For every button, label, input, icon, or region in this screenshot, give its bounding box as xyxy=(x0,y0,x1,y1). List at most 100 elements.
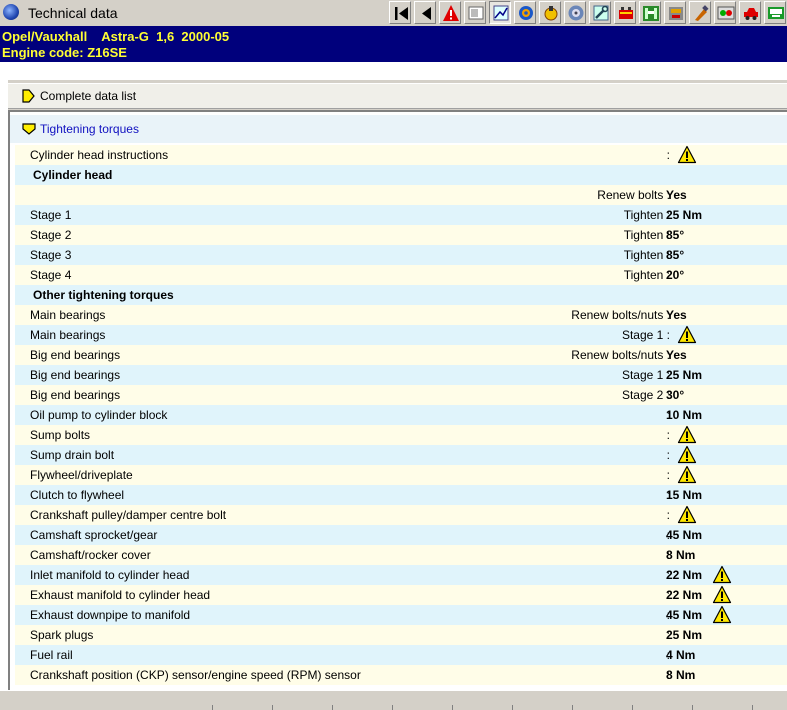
component-name: Stage 2 xyxy=(30,228,72,242)
bus-button[interactable] xyxy=(764,1,786,24)
torque-value: 22 Nm xyxy=(666,568,703,582)
component-name: Big end bearings xyxy=(30,348,121,362)
technical-data-button[interactable] xyxy=(489,1,511,24)
document-icon xyxy=(468,6,484,20)
vehicle-model: Opel/Vauxhall Astra-G 1,6 2000-05 xyxy=(2,29,230,44)
battery-button[interactable] xyxy=(614,1,636,24)
warnings-button[interactable] xyxy=(439,1,461,24)
warning-icon[interactable] xyxy=(677,325,697,345)
qualifier-label: Tighten : xyxy=(623,228,670,242)
warning-icon[interactable] xyxy=(677,445,697,465)
torque-value: 25 Nm xyxy=(666,368,703,382)
component-name: Big end bearings xyxy=(30,368,121,382)
complete-data-list-label: Complete data list xyxy=(40,89,137,103)
chart-icon xyxy=(493,5,509,21)
component-name: Clutch to flywheel xyxy=(30,488,125,502)
tightening-torques-section[interactable]: Tightening torques xyxy=(10,115,787,143)
status-bar xyxy=(0,690,787,710)
ignition-button[interactable] xyxy=(539,1,561,24)
component-name: Sump bolts xyxy=(30,428,91,442)
torque-row: Big end bearings Stage 2 :30° xyxy=(15,385,787,405)
wrench-icon xyxy=(593,5,609,21)
warning-icon[interactable] xyxy=(712,585,732,605)
wheel-button[interactable] xyxy=(564,1,586,24)
torque-row: Big end bearings Renew bolts/nuts : Yes xyxy=(15,345,787,365)
torque-value: 45 Nm xyxy=(666,528,703,542)
paint-button[interactable] xyxy=(689,1,711,24)
qualifier-label: : xyxy=(666,448,670,462)
component-name: Fuel rail xyxy=(30,648,73,662)
torque-row: Stage 2 Tighten :85° xyxy=(15,225,787,245)
component-name: Crankshaft position (CKP) sensor/engine … xyxy=(30,668,361,682)
component-name: Camshaft/rocker cover xyxy=(30,548,151,562)
data-panel: Tightening torques Cylinder head instruc… xyxy=(8,110,787,690)
tightening-torques-label: Tightening torques xyxy=(40,122,139,136)
component-name: Exhaust downpipe to manifold xyxy=(30,608,191,622)
torque-value: 8 Nm xyxy=(666,548,696,562)
status-divider xyxy=(212,705,213,710)
dashboard-icon xyxy=(717,6,735,20)
torque-value: Yes xyxy=(666,308,687,322)
warning-icon xyxy=(443,5,459,21)
group-header: Other tightening torques xyxy=(33,288,174,302)
qualifier-label: Tighten : xyxy=(623,268,670,282)
app-globe-icon xyxy=(3,4,19,20)
torque-value: 15 Nm xyxy=(666,488,703,502)
torque-row: Camshaft sprocket/gear:45 Nm xyxy=(15,525,787,545)
adjustment-button[interactable] xyxy=(589,1,611,24)
qualifier-label: Stage 1 : xyxy=(621,328,670,342)
warning-icon[interactable] xyxy=(677,425,697,445)
component-name: Cylinder head instructions xyxy=(30,148,169,162)
component-name: Stage 4 xyxy=(30,268,72,282)
qualifier-label: : xyxy=(666,428,670,442)
car-icon xyxy=(744,8,758,20)
engine-button[interactable] xyxy=(514,1,536,24)
qualifier-label: Tighten : xyxy=(623,248,670,262)
torque-row: Clutch to flywheel:15 Nm xyxy=(15,485,787,505)
torque-row: Stage 1 Tighten :25 Nm xyxy=(15,205,787,225)
lift-button[interactable] xyxy=(639,1,661,24)
qualifier-label: : xyxy=(666,148,670,162)
title-bar: Technical data xyxy=(0,0,787,26)
torque-row: Inlet manifold to cylinder head:22 Nm xyxy=(15,565,787,585)
back-button[interactable] xyxy=(414,1,436,24)
qualifier-label: Renew bolts/nuts : xyxy=(571,308,670,322)
group-header-row: Cylinder head xyxy=(15,165,787,185)
vehicle-header: Opel/Vauxhall Astra-G 1,6 2000-05 Engine… xyxy=(0,26,787,62)
torque-value: Yes xyxy=(666,348,687,362)
warning-icon[interactable] xyxy=(712,565,732,585)
warning-icon[interactable] xyxy=(677,145,697,165)
torque-row: Spark plugs:25 Nm xyxy=(15,625,787,645)
status-divider xyxy=(752,705,753,710)
group-header: Cylinder head xyxy=(33,168,113,182)
component-name: Stage 3 xyxy=(30,248,72,262)
document-button[interactable] xyxy=(464,1,486,24)
first-page-button[interactable] xyxy=(389,1,411,24)
fuel-button[interactable] xyxy=(664,1,686,24)
qualifier-label: : xyxy=(666,468,670,482)
status-divider xyxy=(272,705,273,710)
complete-data-list-section[interactable]: Complete data list xyxy=(8,83,787,109)
warning-icon[interactable] xyxy=(712,605,732,625)
torque-value: Yes xyxy=(666,188,687,202)
status-divider xyxy=(392,705,393,710)
arrow-down-icon xyxy=(22,123,36,135)
qualifier-label: Renew bolts/nuts : xyxy=(571,348,670,362)
status-divider xyxy=(572,705,573,710)
warning-icon[interactable] xyxy=(677,505,697,525)
brush-icon xyxy=(695,5,709,21)
engine-code: Engine code: Z16SE xyxy=(2,45,127,60)
window-title: Technical data xyxy=(28,5,118,21)
status-divider xyxy=(452,705,453,710)
component-name: Sump drain bolt xyxy=(30,448,115,462)
component-name: Spark plugs xyxy=(30,628,94,642)
torque-row: Sump drain bolt: xyxy=(15,445,787,465)
component-name: Stage 1 xyxy=(30,208,72,222)
torque-row: Sump bolts: xyxy=(15,425,787,445)
dashboard-button[interactable] xyxy=(714,1,736,24)
car-button[interactable] xyxy=(739,1,761,24)
torque-value: 25 Nm xyxy=(666,628,703,642)
torque-value: 20° xyxy=(666,268,685,282)
warning-icon[interactable] xyxy=(677,465,697,485)
torque-value: 30° xyxy=(666,388,685,402)
